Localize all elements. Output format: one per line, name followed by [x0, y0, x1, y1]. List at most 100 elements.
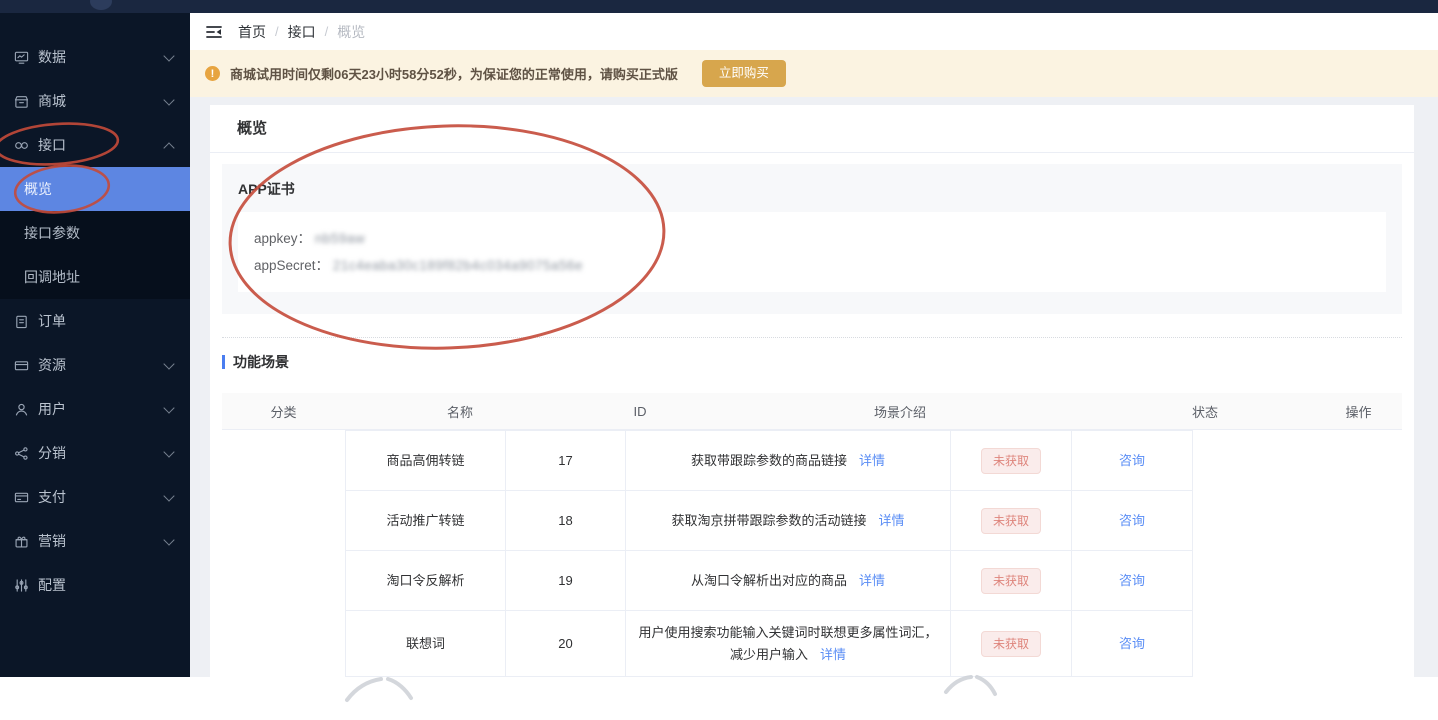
consult-link[interactable]: 咨询: [1119, 573, 1145, 588]
scene-action: 咨询: [1071, 490, 1193, 551]
sidebar-subitem-callback-address[interactable]: 回调地址: [0, 255, 190, 299]
scene-name: 联想词: [345, 610, 506, 677]
buy-now-button[interactable]: 立即购买: [701, 60, 786, 87]
sidebar-item-label: 商城: [38, 93, 66, 109]
breadcrumb-item-0[interactable]: 首页: [238, 22, 266, 42]
app-cert-section: APP证书 appkey： nb59aw appSecret： 21c4eaba…: [222, 164, 1402, 314]
pen-mark-left: [345, 677, 413, 702]
shop-icon: [13, 93, 29, 109]
overview-card: 概览 APP证书 appkey： nb59aw appSecret： 21c4e…: [210, 105, 1414, 677]
breadcrumb-separator: /: [324, 24, 329, 39]
sidebar-subitem-overview[interactable]: 概览: [0, 167, 190, 211]
order-icon: [13, 313, 29, 329]
scene-status: 未获取: [950, 610, 1072, 677]
sidebar-item-mall[interactable]: 商城: [0, 79, 190, 123]
appsecret-label: appSecret：: [254, 258, 330, 273]
sidebar-item-resource[interactable]: 资源: [0, 343, 190, 387]
scene-desc: 获取淘京拼带跟踪参数的活动链接 详情: [625, 490, 951, 551]
breadcrumb-item-1[interactable]: 接口: [288, 22, 316, 42]
topbar: [0, 0, 1438, 13]
scene-action: 咨询: [1071, 430, 1193, 491]
appkey-row: appkey： nb59aw: [254, 225, 1370, 252]
menu-fold-icon[interactable]: [205, 24, 223, 40]
sidebar-item-label: 分销: [38, 445, 66, 461]
appkey-label: appkey：: [254, 231, 312, 246]
scene-row: 淘口令反解析 19 从淘口令解析出对应的商品 详情 未获取 咨询: [345, 550, 1193, 611]
content-area: 概览 APP证书 appkey： nb59aw appSecret： 21c4e…: [190, 97, 1438, 677]
resource-icon: [13, 357, 29, 373]
scene-action: 咨询: [1071, 610, 1193, 677]
sidebar-item-label: 支付: [38, 489, 66, 505]
sidebar-item-label: 数据: [38, 49, 66, 65]
detail-link[interactable]: 详情: [820, 647, 846, 662]
data-icon: [13, 49, 29, 65]
chevron-down-icon: [163, 445, 175, 458]
sidebar-subitem-api-params[interactable]: 接口参数: [0, 211, 190, 255]
consult-link[interactable]: 咨询: [1119, 513, 1145, 528]
status-badge: 未获取: [980, 630, 1041, 657]
detail-link[interactable]: 详情: [859, 453, 885, 468]
scenes-table-header: 分类 名称 ID 场景介绍 状态 操作: [222, 393, 1402, 430]
dotted-divider: [222, 337, 1402, 338]
scene-id: 19: [505, 550, 626, 611]
scene-name: 商品高佣转链: [345, 430, 506, 491]
sidebar-item-api[interactable]: 接口: [0, 123, 190, 167]
consult-link[interactable]: 咨询: [1119, 453, 1145, 468]
sidebar-item-data[interactable]: 数据: [0, 35, 190, 79]
status-badge: 未获取: [980, 447, 1041, 474]
app-cert-box: appkey： nb59aw appSecret： 21c4eaba30c189…: [238, 212, 1386, 292]
user-icon: [13, 401, 29, 417]
sidebar-item-distribution[interactable]: 分销: [0, 431, 190, 475]
api-icon: [13, 137, 29, 153]
scenes-section-head: 功能场景: [222, 352, 1414, 372]
chevron-down-icon: [163, 401, 175, 414]
scene-desc: 用户使用搜索功能输入关键词时联想更多属性词汇，减少用户输入 详情: [625, 610, 951, 677]
scene-status: 未获取: [950, 550, 1072, 611]
sidebar-menu: 数据商城接口概览 接口参数 回调地址 订单资源用户分销支付营销配置: [0, 35, 190, 607]
scene-desc: 从淘口令解析出对应的商品 详情: [625, 550, 951, 611]
config-icon: [13, 577, 29, 593]
scene-action: 咨询: [1071, 550, 1193, 611]
scene-status: 未获取: [950, 430, 1072, 491]
consult-link[interactable]: 咨询: [1119, 636, 1145, 651]
pen-mark-right: [944, 675, 997, 696]
main-area: 首页 / 接口 / 概览 ! 商城试用时间仅剩06天23小时58分52秒，为保证您的正常…: [190, 13, 1438, 677]
sidebar-item-label: 营销: [38, 533, 66, 549]
chevron-down-icon: [163, 357, 175, 370]
appsecret-row: appSecret： 21c4eaba30c189f82b4c034a9075a…: [254, 252, 1370, 279]
app-cert-title: APP证书: [238, 181, 295, 197]
appkey-value: nb59aw: [314, 231, 366, 246]
breadcrumb-bar: 首页 / 接口 / 概览: [190, 13, 1438, 50]
sidebar-item-label: 接口: [38, 137, 66, 153]
detail-link[interactable]: 详情: [859, 573, 885, 588]
logo: [90, 0, 112, 10]
sidebar-item-user[interactable]: 用户: [0, 387, 190, 431]
breadcrumb-item-2: 概览: [337, 23, 366, 40]
appsecret-value: 21c4eaba30c189f82b4c034a9075a56e: [332, 258, 584, 273]
sidebar-item-marketing[interactable]: 营销: [0, 519, 190, 563]
column-header-4: 状态: [1191, 404, 1218, 420]
scenes-table: 商品高佣转链 17 获取带跟踪参数的商品链接 详情 未获取 咨询 活动推广转链 18 获取淘京拼…: [345, 430, 1193, 677]
trial-banner: ! 商城试用时间仅剩06天23小时58分52秒，为保证您的正常使用，请购买正式版…: [190, 50, 1438, 97]
sidebar-item-config[interactable]: 配置: [0, 563, 190, 607]
column-header-0: 分类: [270, 404, 297, 420]
scene-id: 18: [505, 490, 626, 551]
sidebar-item-label: 资源: [38, 357, 66, 373]
breadcrumb: 首页 / 接口 / 概览: [238, 22, 365, 42]
chevron-down-icon: [163, 93, 175, 106]
detail-link[interactable]: 详情: [879, 513, 905, 528]
payment-icon: [13, 489, 29, 505]
warning-icon: !: [205, 66, 220, 81]
sidebar-submenu: 概览 接口参数 回调地址: [0, 167, 190, 299]
column-header-2: ID: [633, 403, 647, 419]
scene-row: 活动推广转链 18 获取淘京拼带跟踪参数的活动链接 详情 未获取 咨询: [345, 490, 1193, 551]
sidebar-item-label: 用户: [38, 401, 66, 417]
section-accent-bar: [222, 355, 225, 369]
sidebar-item-order[interactable]: 订单: [0, 299, 190, 343]
status-badge: 未获取: [980, 507, 1041, 534]
column-header-5: 操作: [1345, 404, 1372, 420]
chevron-down-icon: [163, 533, 175, 546]
chevron-down-icon: [163, 49, 175, 62]
sidebar-item-payment[interactable]: 支付: [0, 475, 190, 519]
chevron-down-icon: [163, 489, 175, 502]
